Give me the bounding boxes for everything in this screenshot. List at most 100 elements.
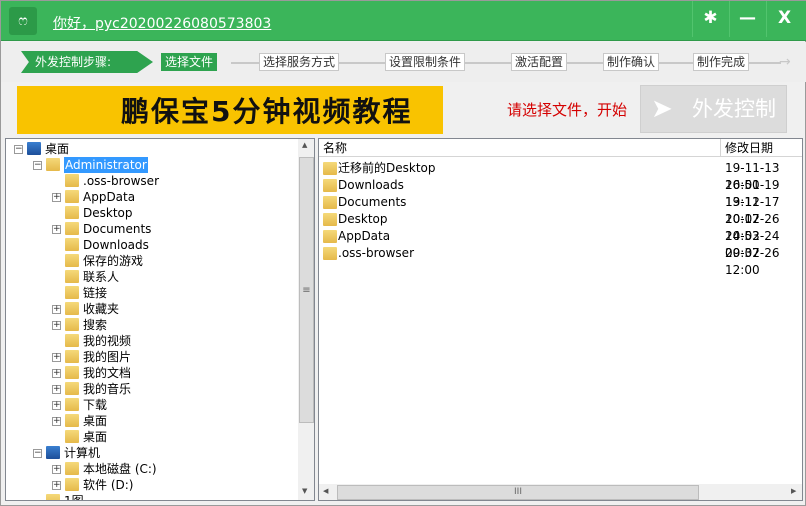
external-control-label: 外发控制 <box>692 97 776 121</box>
folder-icon <box>323 179 337 192</box>
tree-item-label: AppData <box>83 190 136 204</box>
tree-item[interactable]: .oss-browser <box>6 173 296 189</box>
desktop-folder-icon <box>65 414 79 427</box>
drive-icon <box>65 462 79 475</box>
file-name: Documents <box>338 195 407 209</box>
step-confirm: 制作确认 <box>603 53 660 71</box>
file-name: Downloads <box>338 178 404 192</box>
tree-item[interactable]: + AppData <box>6 189 296 205</box>
tree-item[interactable]: + 搜索 <box>6 317 296 333</box>
step-activate-config: 激活配置 <box>511 53 568 71</box>
tree-item[interactable]: + 我的文档 <box>6 365 296 381</box>
file-row[interactable]: Downloads 20-01-19 13:11 <box>321 177 801 209</box>
folder-icon <box>323 213 337 226</box>
banner-text: 鹏保宝5分钟视频教程 <box>121 95 413 128</box>
collapse-icon[interactable]: − <box>33 161 42 170</box>
expand-icon[interactable]: + <box>52 225 61 234</box>
folder-icon <box>65 190 79 203</box>
tree-item[interactable]: + 软件 (D:) <box>6 477 296 493</box>
tree-item[interactable]: + 桌面 <box>6 413 296 429</box>
list-horizontal-scrollbar[interactable]: ◀ III ▶ <box>319 484 802 500</box>
user-greeting-link[interactable]: 你好，pyc20200226080573803 <box>53 13 271 33</box>
file-row[interactable]: Documents 19-12-17 10:17 <box>321 194 801 226</box>
collapse-icon[interactable]: − <box>33 449 42 458</box>
step-complete: 制作完成 <box>693 53 750 71</box>
expand-icon[interactable]: + <box>52 385 61 394</box>
tree-item[interactable]: − 计算机 <box>6 445 296 461</box>
tree-item[interactable]: − 桌面 <box>6 141 296 157</box>
close-button[interactable]: X <box>766 1 802 37</box>
step-select-service: 选择服务方式 <box>259 53 340 71</box>
links-icon <box>65 286 79 299</box>
file-name: 迁移前的Desktop <box>338 161 436 175</box>
expand-icon[interactable]: + <box>52 401 61 410</box>
tree-vertical-scrollbar[interactable]: ▲ ≡ ▼ <box>298 139 314 500</box>
expand-icon[interactable]: + <box>52 369 61 378</box>
folder-tree[interactable]: − 桌面 − Administrator .oss-browser + AppData Des… <box>5 138 315 501</box>
file-row[interactable]: AppData 20-02-24 09:37 <box>321 228 801 260</box>
paper-plane-icon: ➤ <box>651 94 673 124</box>
tree-item[interactable]: + 本地磁盘 (C:) <box>6 461 296 477</box>
saved-games-icon <box>65 254 79 267</box>
tree-item[interactable]: 1图 <box>6 493 296 500</box>
step-select-file: 选择文件 <box>161 53 218 71</box>
music-icon <box>65 382 79 395</box>
user-icon <box>46 158 60 171</box>
tree-item-label: 我的视频 <box>83 334 132 348</box>
tree-item[interactable]: 我的视频 <box>6 333 296 349</box>
folder-icon <box>65 238 79 251</box>
tree-item[interactable]: + 我的音乐 <box>6 381 296 397</box>
downloads-icon <box>65 398 79 411</box>
tree-item-label: 桌面 <box>83 430 108 444</box>
tree-item-label: .oss-browser <box>83 174 160 188</box>
video-tutorial-banner[interactable]: 鹏保宝5分钟视频教程 <box>17 86 443 134</box>
tree-item[interactable]: Downloads <box>6 237 296 253</box>
folder-icon <box>323 247 337 260</box>
file-list[interactable]: 名称 修改日期 迁移前的Desktop 19-11-13 16:50 Downloa… <box>318 138 803 501</box>
scroll-left-button[interactable]: ◀ <box>323 487 328 495</box>
pictures-icon <box>65 350 79 363</box>
file-date: 20-02-26 12:00 <box>725 246 780 277</box>
scroll-up-button[interactable]: ▲ <box>302 141 307 149</box>
videos-icon <box>65 334 79 347</box>
file-row[interactable]: 迁移前的Desktop 19-11-13 16:50 <box>321 160 801 192</box>
file-name: AppData <box>338 229 391 243</box>
minimize-button[interactable]: — <box>729 1 765 37</box>
external-control-button[interactable]: ➤ 外发控制 <box>640 85 787 133</box>
desktop-icon <box>27 142 41 155</box>
tree-item[interactable]: 链接 <box>6 285 296 301</box>
tree-item[interactable]: + 下载 <box>6 397 296 413</box>
list-scroll-thumb[interactable]: III <box>337 485 699 500</box>
folder-icon <box>323 162 337 175</box>
expand-icon[interactable]: + <box>52 481 61 490</box>
tree-item-label: 我的音乐 <box>83 382 132 396</box>
column-header-date[interactable]: 修改日期 <box>721 139 802 157</box>
expand-icon[interactable]: + <box>52 193 61 202</box>
tree-item[interactable]: − Administrator <box>6 157 296 173</box>
favorites-icon <box>65 302 79 315</box>
file-row[interactable]: .oss-browser 20-02-26 12:00 <box>321 245 801 277</box>
scroll-right-button[interactable]: ▶ <box>791 487 796 495</box>
tree-item[interactable]: Desktop <box>6 205 296 221</box>
expand-icon[interactable]: + <box>52 321 61 330</box>
scroll-down-button[interactable]: ▼ <box>302 487 307 495</box>
collapse-icon[interactable]: − <box>14 145 23 154</box>
expand-icon[interactable]: + <box>52 417 61 426</box>
settings-button[interactable]: ✱ <box>692 1 728 37</box>
tree-item[interactable]: 桌面 <box>6 429 296 445</box>
expand-icon[interactable]: + <box>52 305 61 314</box>
tree-scroll-thumb[interactable]: ≡ <box>299 157 314 423</box>
tree-item[interactable]: + 收藏夹 <box>6 301 296 317</box>
expand-icon[interactable]: + <box>52 353 61 362</box>
tree-item[interactable]: + 我的图片 <box>6 349 296 365</box>
expand-icon[interactable]: + <box>52 465 61 474</box>
folder-icon <box>65 174 79 187</box>
file-name: .oss-browser <box>338 246 415 260</box>
column-header-name[interactable]: 名称 <box>319 139 721 157</box>
tree-item[interactable]: + Documents <box>6 221 296 237</box>
file-row[interactable]: Desktop 20-02-26 14:53 <box>321 211 801 243</box>
folder-icon <box>65 222 79 235</box>
tree-item-label: 桌面 <box>83 414 108 428</box>
tree-item[interactable]: 保存的游戏 <box>6 253 296 269</box>
tree-item[interactable]: 联系人 <box>6 269 296 285</box>
